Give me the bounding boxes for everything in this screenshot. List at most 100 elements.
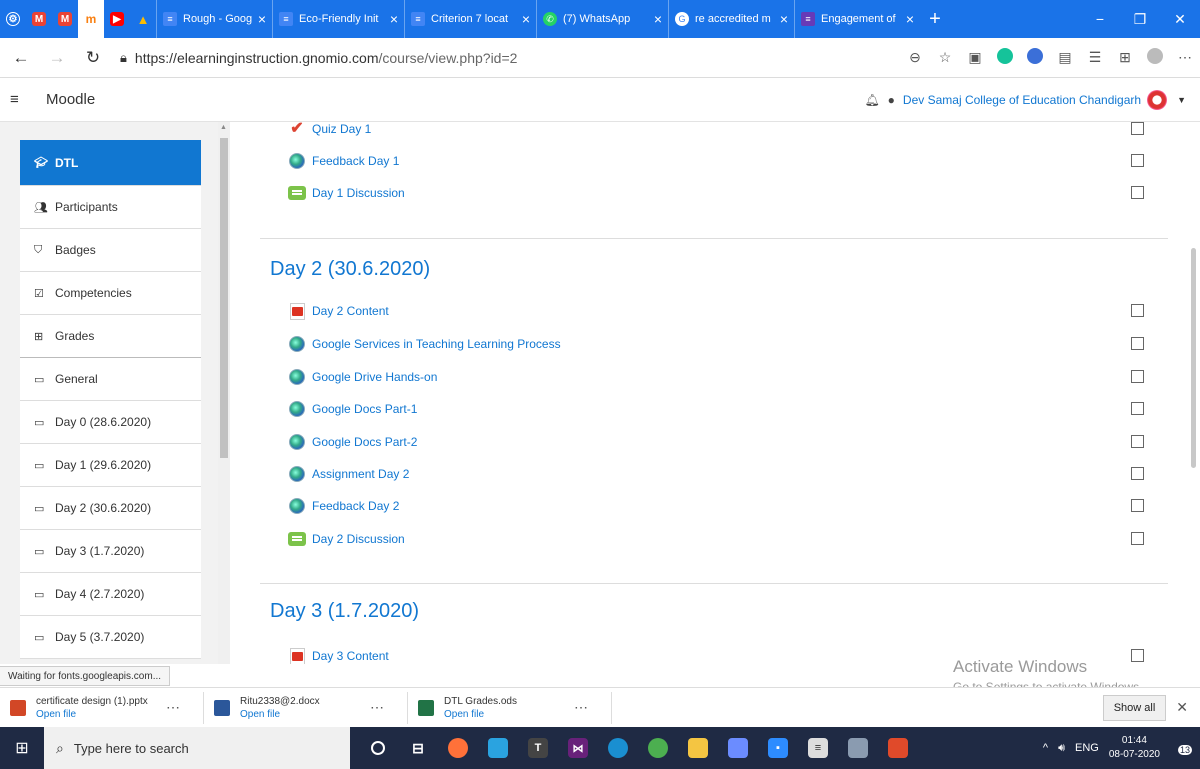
- profile-icon[interactable]: [1140, 48, 1170, 67]
- task-view-icon[interactable]: ⊟: [398, 727, 438, 769]
- completion-checkbox[interactable]: [1131, 532, 1144, 545]
- more-options-icon[interactable]: ⋯: [166, 699, 182, 716]
- close-icon[interactable]: ×: [258, 11, 266, 27]
- more-options-icon[interactable]: ⋯: [574, 699, 590, 716]
- chevron-down-icon[interactable]: ▼: [1177, 95, 1186, 105]
- drawer-item-section-day1[interactable]: ▭ Day 1 (29.6.2020): [20, 444, 201, 487]
- activity-link[interactable]: Day 1 Discussion: [312, 186, 405, 200]
- extension-icon[interactable]: ▣: [960, 49, 990, 66]
- pinned-tab-gmail-2[interactable]: M: [52, 0, 78, 38]
- language-indicator[interactable]: ENG: [1075, 742, 1099, 754]
- new-tab-button[interactable]: +: [920, 8, 950, 31]
- completion-checkbox[interactable]: [1131, 337, 1144, 350]
- activity-link[interactable]: Feedback Day 1: [312, 154, 399, 168]
- browser-tab[interactable]: ✆ (7) WhatsApp ×: [536, 0, 668, 38]
- drawer-item-section-day3[interactable]: ▭ Day 3 (1.7.2020): [20, 530, 201, 573]
- grammarly-icon[interactable]: [990, 48, 1020, 67]
- page-scrollbar-thumb[interactable]: [1191, 248, 1196, 468]
- completion-checkbox[interactable]: [1131, 499, 1144, 512]
- refresh-button[interactable]: ↻: [80, 48, 106, 68]
- back-button[interactable]: ←: [8, 48, 34, 68]
- download-item[interactable]: certificate design (1).pptx Open file ⋯: [0, 691, 204, 724]
- app-tool-icon[interactable]: T: [518, 727, 558, 769]
- avatar[interactable]: [1147, 89, 1168, 110]
- chrome-icon[interactable]: [638, 727, 678, 769]
- close-icon[interactable]: ×: [522, 11, 530, 27]
- pinned-tab-settings[interactable]: ⚙: [0, 0, 26, 38]
- section-title[interactable]: Day 2 (30.6.2020): [270, 258, 430, 281]
- app-paint-icon[interactable]: [718, 727, 758, 769]
- pinned-tab-youtube[interactable]: ▶: [104, 0, 130, 38]
- chevron-up-icon[interactable]: ^: [1043, 742, 1048, 754]
- activity-link[interactable]: Google Services in Teaching Learning Pro…: [312, 337, 561, 351]
- completion-checkbox[interactable]: [1131, 154, 1144, 167]
- extension-ra-icon[interactable]: [1020, 48, 1050, 67]
- download-item[interactable]: Ritu2338@2.docx Open file ⋯: [204, 691, 408, 724]
- windows-start-icon[interactable]: ⊞: [0, 738, 44, 758]
- pinned-tab-gmail-1[interactable]: M: [26, 0, 52, 38]
- drawer-item-grades[interactable]: ⊞ Grades: [20, 315, 201, 358]
- user-name[interactable]: Dev Samaj College of Education Chandigar…: [903, 93, 1141, 107]
- close-icon[interactable]: ×: [390, 11, 398, 27]
- visual-studio-icon[interactable]: ⋈: [558, 727, 598, 769]
- close-icon[interactable]: ×: [906, 11, 914, 27]
- activity-link[interactable]: Day 2 Content: [312, 304, 389, 318]
- download-item[interactable]: DTL Grades.ods Open file ⋯: [408, 691, 612, 724]
- app-red-icon[interactable]: [878, 727, 918, 769]
- site-brand[interactable]: Moodle: [46, 91, 95, 108]
- browser-tab[interactable]: ≡ Engagement of ×: [794, 0, 920, 38]
- favorites-icon[interactable]: ☰: [1080, 49, 1110, 66]
- activity-link[interactable]: Quiz Day 1: [312, 122, 371, 136]
- browser-tab[interactable]: ≡ Rough - Google ×: [156, 0, 272, 38]
- cortana-icon[interactable]: [358, 727, 398, 769]
- activity-link[interactable]: Day 3 Content: [312, 649, 389, 663]
- edge-icon[interactable]: [598, 727, 638, 769]
- activity-link[interactable]: Feedback Day 2: [312, 499, 399, 513]
- activity-link[interactable]: Assignment Day 2: [312, 467, 409, 481]
- file-explorer-icon[interactable]: [678, 727, 718, 769]
- drawer-item-section-day4[interactable]: ▭ Day 4 (2.7.2020): [20, 573, 201, 616]
- messages-icon[interactable]: ●: [888, 93, 895, 107]
- drawer-scrollbar-thumb[interactable]: [220, 138, 228, 458]
- url-field[interactable]: 🔒︎ https://elearninginstruction.gnomio.c…: [120, 50, 760, 66]
- drawer-item-badges[interactable]: ⛉ Badges: [20, 229, 201, 272]
- more-menu-icon[interactable]: ⋯: [1170, 49, 1200, 66]
- drawer-item-section-day5[interactable]: ▭ Day 5 (3.7.2020): [20, 616, 201, 659]
- drawer-item-section-day2[interactable]: ▭ Day 2 (30.6.2020): [20, 487, 201, 530]
- close-icon[interactable]: ×: [780, 11, 788, 27]
- minimize-button[interactable]: −: [1080, 0, 1120, 38]
- more-options-icon[interactable]: ⋯: [370, 699, 386, 716]
- section-title[interactable]: Day 3 (1.7.2020): [270, 600, 419, 623]
- activity-link[interactable]: Day 2 Discussion: [312, 532, 405, 546]
- drawer-item-course[interactable]: 🎓︎ DTL: [20, 140, 201, 186]
- pinned-tab-moodle[interactable]: m: [78, 0, 104, 38]
- completion-checkbox[interactable]: [1131, 186, 1144, 199]
- activity-link[interactable]: Google Drive Hands-on: [312, 370, 437, 384]
- page-scrollbar[interactable]: [1187, 122, 1200, 664]
- open-file-link[interactable]: Open file: [444, 709, 574, 720]
- notepad-icon[interactable]: ≡: [798, 727, 838, 769]
- taskbar-clock[interactable]: 01:44 08-07-2020: [1109, 734, 1160, 762]
- firefox-icon[interactable]: [438, 727, 478, 769]
- drawer-item-participants[interactable]: 👥︎ Participants: [20, 186, 201, 229]
- taskbar-search-field[interactable]: ⌕ Type here to search: [44, 727, 350, 769]
- completion-checkbox[interactable]: [1131, 435, 1144, 448]
- favorite-star-icon[interactable]: ☆: [930, 49, 960, 66]
- notifications-bell-icon[interactable]: 🔔︎: [864, 93, 879, 107]
- close-icon[interactable]: ✕: [1176, 699, 1188, 716]
- app-blue-icon[interactable]: [478, 727, 518, 769]
- share-icon[interactable]: ⊞: [1110, 49, 1140, 66]
- restore-button[interactable]: ❐: [1120, 0, 1160, 38]
- scroll-up-icon[interactable]: ▲: [220, 124, 227, 131]
- browser-tab[interactable]: G re accredited m ×: [668, 0, 794, 38]
- drawer-item-section-day0[interactable]: ▭ Day 0 (28.6.2020): [20, 401, 201, 444]
- activity-link[interactable]: Google Docs Part-1: [312, 402, 417, 416]
- browser-tab[interactable]: ≡ Eco-Friendly Init ×: [272, 0, 404, 38]
- forward-button[interactable]: →: [44, 48, 70, 68]
- zoom-icon[interactable]: ⊖: [900, 49, 930, 66]
- hamburger-menu-icon[interactable]: ≡: [10, 91, 34, 108]
- drawer-item-competencies[interactable]: ☑ Competencies: [20, 272, 201, 315]
- zoom-icon[interactable]: ▪: [758, 727, 798, 769]
- browser-tab[interactable]: ≡ Criterion 7 locat ×: [404, 0, 536, 38]
- drawer-item-section-general[interactable]: ▭ General: [20, 358, 201, 401]
